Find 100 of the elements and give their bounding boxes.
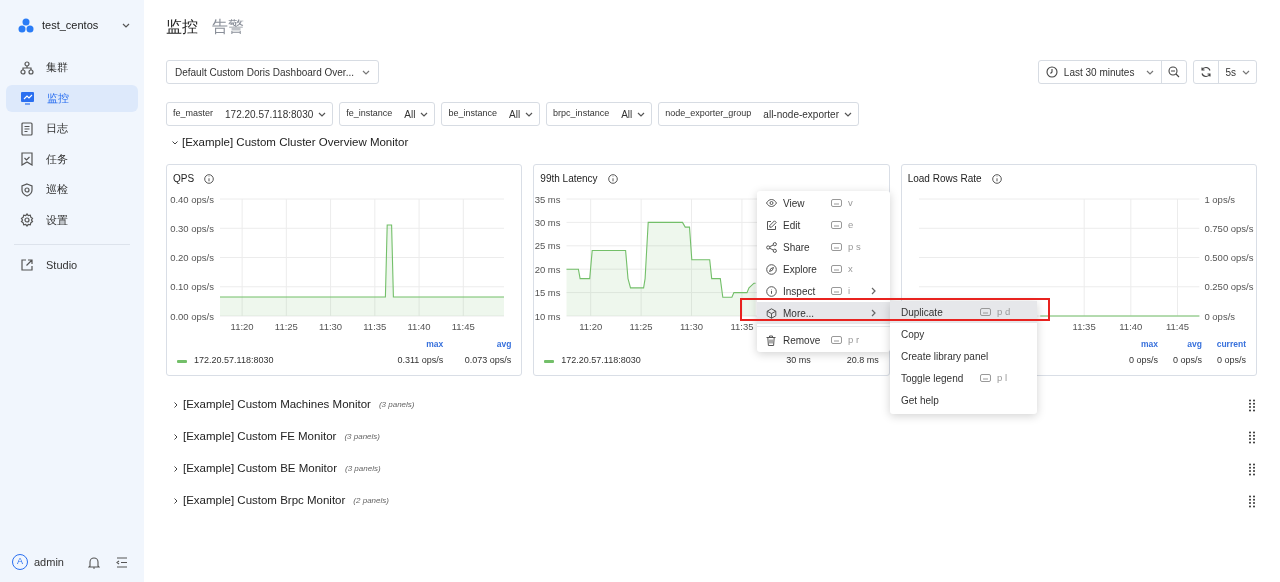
axis-label: 11:35	[730, 321, 754, 332]
panel-count: (2 panels)	[353, 495, 389, 507]
menu-item[interactable]: Share p s	[757, 236, 890, 258]
panel-title[interactable]: Load Rows Rate	[907, 171, 982, 186]
menu-item[interactable]: Duplicate p d	[890, 301, 1037, 323]
nav-item[interactable]: 日志	[6, 115, 138, 142]
axis-label: 11:30	[319, 321, 343, 332]
drag-handle-icon[interactable]	[1249, 398, 1255, 412]
axis-label: 10 ms	[534, 310, 561, 322]
logo-icon	[18, 17, 34, 33]
menu-item[interactable]: Create library panel	[890, 345, 1037, 367]
axis-label: 11:25	[274, 321, 298, 332]
chevron-right-icon[interactable]	[174, 498, 178, 504]
axis-label: 0.40 ops/s	[170, 193, 214, 205]
legend-value: 0 ops/s	[1128, 354, 1158, 368]
legend-header[interactable]: current	[1216, 338, 1246, 353]
nav-item[interactable]: 巡检	[6, 176, 138, 203]
menu-item[interactable]: View v	[757, 192, 890, 214]
row-title[interactable]: [Example] Custom Brpc Monitor	[183, 492, 346, 510]
panel-title[interactable]: QPS	[173, 171, 195, 186]
legend-series[interactable]: 172.20.57.118:8030	[561, 354, 641, 368]
keyboard-icon	[980, 308, 991, 316]
menu-item-label: Copy	[901, 327, 925, 342]
menu-item[interactable]: Get help	[890, 389, 1037, 411]
axis-label: 0.250 ops/s	[1204, 281, 1254, 293]
menu-item[interactable]: More...	[757, 302, 890, 324]
legend-value: 0.073 ops/s	[464, 354, 512, 368]
menu-item[interactable]: Copy	[890, 323, 1037, 345]
row-title[interactable]: [Example] Custom BE Monitor	[183, 460, 338, 478]
row-title[interactable]: [Example] Custom FE Monitor	[183, 428, 337, 446]
axis-label: 35 ms	[534, 193, 561, 205]
menu-item[interactable]: Remove p r	[757, 326, 890, 351]
chevron-right-icon	[871, 309, 876, 317]
keyboard-icon	[831, 336, 842, 344]
menu-item-label: Get help	[901, 393, 939, 408]
axis-label: 11:40	[1118, 321, 1142, 332]
external-link-icon	[20, 258, 34, 272]
chevron-right-icon[interactable]	[174, 434, 178, 440]
panel-title[interactable]: 99th Latency	[540, 171, 598, 186]
axis-label: 20 ms	[534, 263, 561, 275]
keyboard-icon	[831, 243, 842, 251]
shortcut-text: p s	[848, 239, 861, 254]
info-icon	[766, 285, 777, 297]
dashboard-select[interactable]: Default Custom Doris Dashboard Over...	[166, 60, 379, 84]
monitor-chart-icon	[20, 91, 35, 105]
axis-label: 11:30	[680, 321, 704, 332]
bookmark-check-icon	[20, 152, 34, 166]
menu-item[interactable]: Edit e	[757, 214, 890, 236]
shortcut-text: x	[848, 261, 853, 276]
legend-value: 0 ops/s	[1216, 354, 1246, 368]
axis-label: 30 ms	[534, 216, 561, 228]
chevron-down-icon[interactable]	[172, 141, 178, 145]
page-tab[interactable]: 监控	[166, 15, 198, 39]
collapse-menu-icon[interactable]	[116, 556, 128, 568]
nav-item[interactable]: 设置	[6, 206, 138, 234]
row-title[interactable]: [Example] Custom Cluster Overview Monitor	[182, 134, 409, 152]
drag-handle-icon[interactable]	[1249, 462, 1255, 476]
info-icon[interactable]	[607, 173, 618, 184]
axis-label: 25 ms	[534, 240, 561, 252]
shortcut-text: p r	[848, 332, 860, 347]
nav-link[interactable]: Studio	[6, 253, 138, 277]
chevron-down-icon	[122, 22, 130, 28]
keyboard-icon	[831, 287, 842, 295]
axis-label: 11:40	[407, 321, 431, 332]
menu-item-label: Duplicate	[901, 305, 944, 320]
nav-item[interactable]: 任务	[6, 145, 138, 173]
axis-label: 11:20	[579, 321, 603, 332]
axis-label: 0.10 ops/s	[170, 281, 214, 293]
keyboard-icon	[831, 199, 842, 207]
axis-label: 11:35	[363, 321, 387, 332]
menu-item-label: Toggle legend	[901, 371, 965, 386]
legend-header[interactable]: avg	[1187, 338, 1202, 353]
legend-header[interactable]: max	[426, 338, 444, 353]
menu-item[interactable]: Explore x	[757, 258, 890, 280]
cluster-name[interactable]: test_centos	[42, 16, 122, 34]
axis-label: 0.500 ops/s	[1204, 252, 1254, 263]
chevron-right-icon[interactable]	[174, 466, 178, 472]
clock-icon	[1045, 66, 1058, 78]
info-icon[interactable]	[204, 173, 215, 184]
panel-count: (3 panels)	[378, 399, 415, 411]
legend-series[interactable]: 172.20.57.118:8030	[194, 354, 274, 368]
axis-label: 15 ms	[534, 287, 561, 299]
info-icon[interactable]	[991, 173, 1002, 184]
drag-handle-icon[interactable]	[1249, 494, 1255, 508]
eye-icon	[766, 199, 777, 207]
drag-handle-icon[interactable]	[1249, 430, 1255, 444]
axis-label: 0.750 ops/s	[1204, 222, 1254, 234]
bell-icon[interactable]	[88, 555, 100, 569]
menu-item-label: More...	[783, 306, 816, 321]
refresh-icon	[1200, 66, 1213, 78]
legend-header[interactable]: max	[1141, 338, 1158, 353]
nav-item[interactable]: 监控	[6, 84, 138, 112]
legend-value: 0.311 ops/s	[397, 354, 444, 368]
chevron-right-icon[interactable]	[174, 402, 178, 408]
row-title[interactable]: [Example] Custom Machines Monitor	[183, 396, 371, 414]
axis-label: 11:25	[629, 321, 653, 332]
legend-header[interactable]: avg	[496, 338, 512, 353]
axis-label: 0.00 ops/s	[170, 310, 214, 322]
nav-item[interactable]: 集群	[6, 54, 138, 81]
menu-item-label: Inspect	[783, 284, 817, 299]
